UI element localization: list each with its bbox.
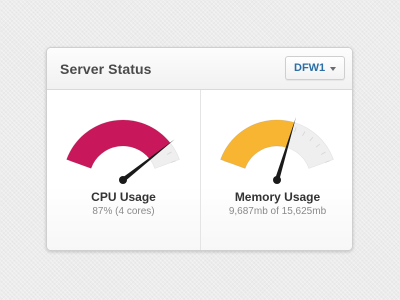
memory-gauge-panel: Memory Usage 9,687mb of 15,625mb [200, 90, 352, 250]
gauge-needle-hub [119, 176, 127, 184]
widget-header: Server Status DFW1 [47, 48, 352, 90]
memory-gauge-label: Memory Usage [234, 190, 321, 204]
server-status-widget: Server Status DFW1 CPU Usage 87% (4 core… [46, 47, 353, 251]
gauge-needle-hub [273, 176, 281, 184]
memory-gauge-detail: 9,687mb of 15,625mb [228, 206, 327, 217]
region-dropdown-label: DFW1 [294, 62, 326, 74]
region-dropdown[interactable]: DFW1 [285, 56, 345, 80]
cpu-gauge-detail: 87% (4 cores) [92, 206, 155, 217]
cpu-gauge-panel: CPU Usage 87% (4 cores) [47, 90, 200, 250]
widget-title: Server Status [60, 61, 152, 77]
widget-body: CPU Usage 87% (4 cores) Memory Usage 9,6… [47, 90, 352, 250]
cpu-gauge-label: CPU Usage [91, 190, 156, 204]
cpu-gauge [66, 119, 180, 184]
memory-gauge [220, 116, 334, 184]
chevron-down-icon [330, 67, 336, 71]
